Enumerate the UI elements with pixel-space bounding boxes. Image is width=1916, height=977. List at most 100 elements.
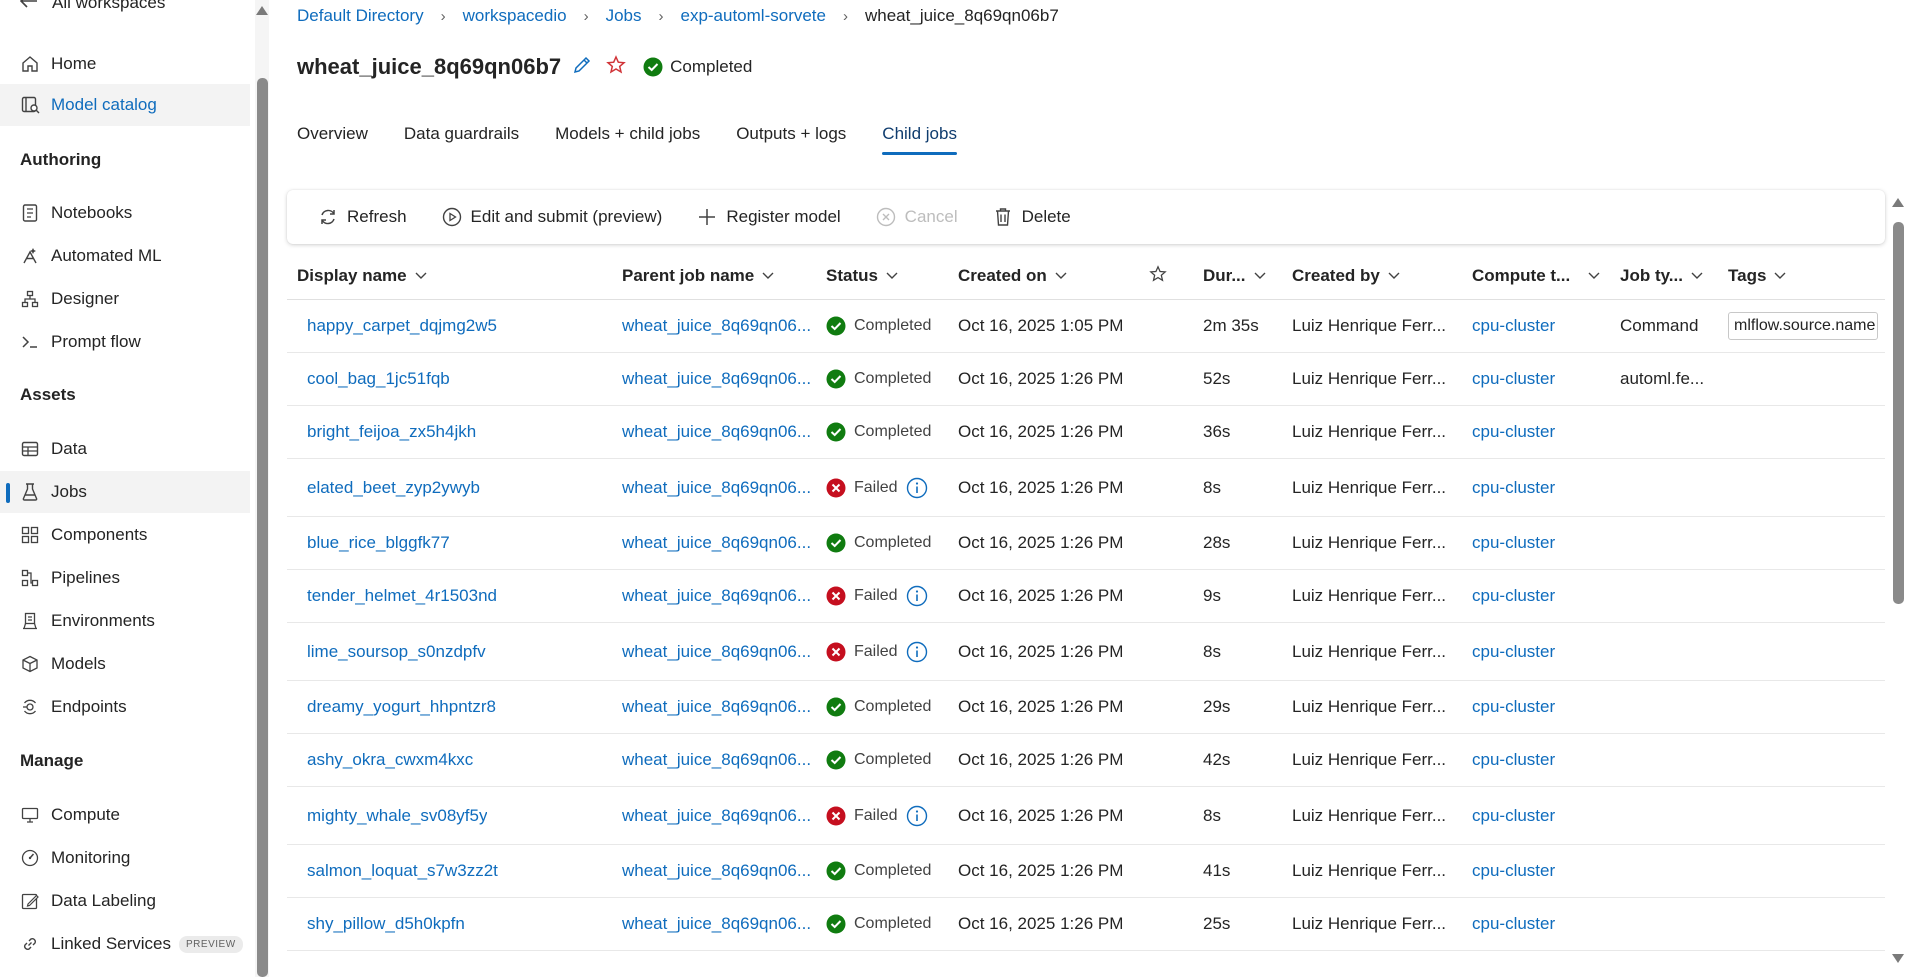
col-display-name[interactable]: Display name	[297, 252, 427, 300]
parent-job-link[interactable]: wheat_juice_8q69qn06...	[622, 861, 811, 881]
tab-data-guardrails[interactable]: Data guardrails	[404, 124, 519, 155]
compute-link[interactable]: cpu-cluster	[1472, 422, 1555, 442]
breadcrumb-workspace[interactable]: workspacedio	[463, 6, 567, 26]
parent-job-link[interactable]: wheat_juice_8q69qn06...	[622, 642, 811, 662]
table-row[interactable]: shy_pillow_d5h0kpfn wheat_juice_8q69qn06.…	[287, 898, 1885, 951]
nav-item-notebooks[interactable]: Notebooks	[0, 192, 250, 234]
info-icon[interactable]	[906, 585, 928, 607]
parent-job-link[interactable]: wheat_juice_8q69qn06...	[622, 316, 811, 336]
table-row[interactable]: blue_rice_blggfk77 wheat_juice_8q69qn06..…	[287, 517, 1885, 570]
breadcrumb-experiment[interactable]: exp-automl-sorvete	[680, 6, 826, 26]
nav-item-models[interactable]: Models	[0, 643, 250, 685]
compute-link[interactable]: cpu-cluster	[1472, 861, 1555, 881]
info-icon[interactable]	[906, 641, 928, 663]
nav-item-compute[interactable]: Compute	[0, 794, 250, 836]
tab-overview[interactable]: Overview	[297, 124, 368, 155]
back-to-workspaces[interactable]: All workspaces	[19, 0, 165, 14]
col-tags[interactable]: Tags	[1728, 252, 1786, 300]
nav-item-home[interactable]: Home	[0, 43, 250, 85]
nav-item-jobs[interactable]: Jobs	[0, 471, 250, 513]
col-favorite[interactable]	[1149, 252, 1167, 300]
job-name-link[interactable]: mighty_whale_sv08yf5y	[307, 806, 487, 826]
tab-outputs-logs[interactable]: Outputs + logs	[736, 124, 846, 155]
nav-item-linked-services[interactable]: Linked Services PREVIEW	[0, 923, 250, 965]
compute-link[interactable]: cpu-cluster	[1472, 697, 1555, 717]
parent-job-link[interactable]: wheat_juice_8q69qn06...	[622, 369, 811, 389]
compute-link[interactable]: cpu-cluster	[1472, 533, 1555, 553]
nav-item-data-labeling[interactable]: Data Labeling	[0, 880, 250, 922]
nav-item-pipelines[interactable]: Pipelines	[0, 557, 250, 599]
breadcrumb-jobs[interactable]: Jobs	[606, 6, 642, 26]
table-row[interactable]: mighty_whale_sv08yf5y wheat_juice_8q69qn0…	[287, 787, 1885, 845]
col-job-type[interactable]: Job ty...	[1620, 252, 1703, 300]
col-created-by[interactable]: Created by	[1292, 252, 1400, 300]
parent-job-link[interactable]: wheat_juice_8q69qn06...	[622, 586, 811, 606]
col-compute-target[interactable]: Compute t...	[1472, 252, 1600, 300]
table-row[interactable]: dreamy_yogurt_hhpntzr8 wheat_juice_8q69qn…	[287, 681, 1885, 734]
nav-item-automated-ml[interactable]: Automated ML	[0, 235, 250, 277]
table-row[interactable]: cool_bag_1jc51fqb wheat_juice_8q69qn06...…	[287, 353, 1885, 406]
sidebar-scroll-up[interactable]	[256, 6, 268, 15]
compute-link[interactable]: cpu-cluster	[1472, 369, 1555, 389]
col-status[interactable]: Status	[826, 252, 898, 300]
parent-job-link[interactable]: wheat_juice_8q69qn06...	[622, 697, 811, 717]
refresh-button[interactable]: Refresh	[317, 206, 407, 228]
nav-item-endpoints[interactable]: Endpoints	[0, 686, 250, 728]
edit-submit-button[interactable]: Edit and submit (preview)	[441, 206, 662, 228]
parent-job-link[interactable]: wheat_juice_8q69qn06...	[622, 806, 811, 826]
table-scroll-down[interactable]	[1892, 954, 1904, 963]
table-row[interactable]: tender_helmet_4r1503nd wheat_juice_8q69qn…	[287, 570, 1885, 623]
info-icon[interactable]	[906, 805, 928, 827]
table-row[interactable]: bright_feijoa_zx5h4jkh wheat_juice_8q69qn…	[287, 406, 1885, 459]
register-model-button[interactable]: Register model	[696, 206, 841, 228]
nav-item-components[interactable]: Components	[0, 514, 250, 556]
breadcrumb-directory[interactable]: Default Directory	[297, 6, 424, 26]
tag-chip[interactable]: mlflow.source.name	[1728, 312, 1878, 340]
job-name-link[interactable]: elated_beet_zyp2ywyb	[307, 478, 480, 498]
compute-link[interactable]: cpu-cluster	[1472, 914, 1555, 934]
compute-link[interactable]: cpu-cluster	[1472, 316, 1555, 336]
compute-link[interactable]: cpu-cluster	[1472, 478, 1555, 498]
compute-link[interactable]: cpu-cluster	[1472, 806, 1555, 826]
col-parent-job-name[interactable]: Parent job name	[622, 252, 774, 300]
edit-name-button[interactable]	[569, 54, 595, 80]
sidebar-scrollbar-thumb[interactable]	[257, 78, 268, 977]
job-name-link[interactable]: blue_rice_blggfk77	[307, 533, 450, 553]
table-row[interactable]: elated_beet_zyp2ywyb wheat_juice_8q69qn06…	[287, 459, 1885, 517]
parent-job-link[interactable]: wheat_juice_8q69qn06...	[622, 478, 811, 498]
table-row[interactable]: lime_soursop_s0nzdpfv wheat_juice_8q69qn0…	[287, 623, 1885, 681]
compute-link[interactable]: cpu-cluster	[1472, 586, 1555, 606]
parent-job-link[interactable]: wheat_juice_8q69qn06...	[622, 914, 811, 934]
parent-job-link[interactable]: wheat_juice_8q69qn06...	[622, 422, 811, 442]
compute-link[interactable]: cpu-cluster	[1472, 750, 1555, 770]
nav-item-environments[interactable]: Environments	[0, 600, 250, 642]
job-name-link[interactable]: lime_soursop_s0nzdpfv	[307, 642, 486, 662]
job-name-link[interactable]: shy_pillow_d5h0kpfn	[307, 914, 465, 934]
favorite-button[interactable]	[603, 54, 629, 80]
nav-item-model-catalog[interactable]: Model catalog	[0, 84, 250, 126]
delete-button[interactable]: Delete	[992, 206, 1071, 228]
nav-item-prompt-flow[interactable]: Prompt flow	[0, 321, 250, 363]
parent-job-link[interactable]: wheat_juice_8q69qn06...	[622, 533, 811, 553]
cancel-button[interactable]: Cancel	[875, 206, 958, 228]
tab-child-jobs[interactable]: Child jobs	[882, 124, 957, 155]
info-icon[interactable]	[906, 477, 928, 499]
parent-job-link[interactable]: wheat_juice_8q69qn06...	[622, 750, 811, 770]
job-name-link[interactable]: tender_helmet_4r1503nd	[307, 586, 497, 606]
nav-item-data[interactable]: Data	[0, 428, 250, 470]
table-row[interactable]: salmon_loquat_s7w3zz2t wheat_juice_8q69qn…	[287, 845, 1885, 898]
table-scroll-up[interactable]	[1892, 198, 1904, 207]
col-created-on[interactable]: Created on	[958, 252, 1067, 300]
job-name-link[interactable]: happy_carpet_dqjmg2w5	[307, 316, 497, 336]
job-name-link[interactable]: ashy_okra_cwxm4kxc	[307, 750, 473, 770]
nav-item-designer[interactable]: Designer	[0, 278, 250, 320]
table-row[interactable]: happy_carpet_dqjmg2w5 wheat_juice_8q69qn0…	[287, 300, 1885, 353]
table-scrollbar-thumb[interactable]	[1893, 222, 1904, 604]
job-name-link[interactable]: cool_bag_1jc51fqb	[307, 369, 450, 389]
tab-models-child-jobs[interactable]: Models + child jobs	[555, 124, 700, 155]
nav-item-monitoring[interactable]: Monitoring	[0, 837, 250, 879]
job-name-link[interactable]: dreamy_yogurt_hhpntzr8	[307, 697, 496, 717]
compute-link[interactable]: cpu-cluster	[1472, 642, 1555, 662]
col-duration[interactable]: Dur...	[1203, 252, 1266, 300]
job-name-link[interactable]: salmon_loquat_s7w3zz2t	[307, 861, 498, 881]
